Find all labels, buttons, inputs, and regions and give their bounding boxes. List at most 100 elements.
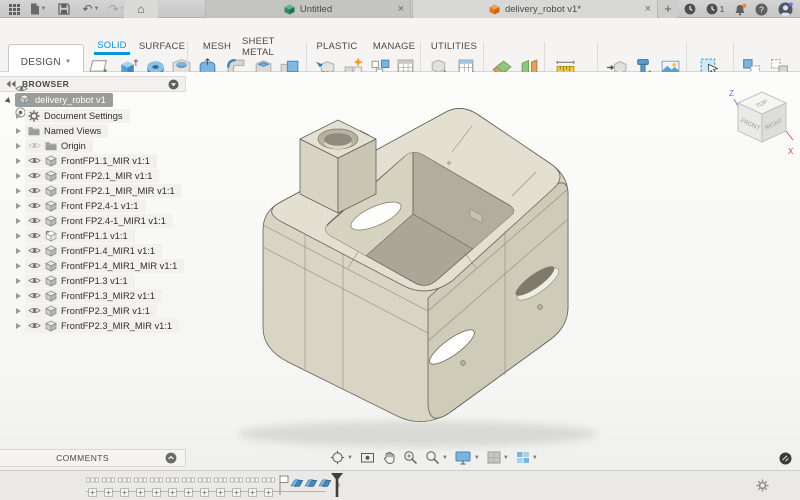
close-tab-icon[interactable]: × [398, 3, 404, 15]
timeline-component-marker[interactable] [118, 475, 131, 497]
timeline-component-marker[interactable] [134, 475, 147, 497]
ribbon-tab-surface[interactable]: SURFACE [138, 38, 186, 55]
expand-arrow-icon[interactable] [16, 307, 21, 314]
visibility-eye-icon[interactable] [15, 84, 28, 93]
dropdown-caret-icon: ▼ [441, 454, 448, 461]
timeline-playhead[interactable] [330, 473, 344, 500]
grid-display-icon[interactable]: ▼ [487, 451, 509, 464]
viewports-icon[interactable]: ▼ [516, 451, 538, 464]
browser-row[interactable]: Named Views [16, 123, 109, 138]
timeline-group-flag-icon[interactable] [278, 474, 290, 499]
expand-arrow-icon[interactable] [16, 277, 21, 284]
browser-row[interactable]: Front FP2.1_MIR_MIR v1:1 [16, 183, 182, 198]
browser-row[interactable]: FrontFP1.4_MIR1 v1:1 [16, 243, 163, 258]
timeline-component-marker[interactable] [198, 475, 211, 497]
visibility-eye-icon[interactable] [28, 201, 41, 210]
browser-row[interactable]: Document Settings [16, 108, 130, 123]
visibility-eye-icon[interactable] [28, 216, 41, 225]
expand-comments-icon[interactable] [165, 452, 177, 464]
timeline-component-marker[interactable] [166, 475, 179, 497]
expand-arrow-icon[interactable] [16, 127, 21, 134]
timeline-component-marker[interactable] [230, 475, 243, 497]
browser-row[interactable]: FrontFP1.3_MIR2 v1:1 [16, 288, 163, 303]
timeline-settings-gear-icon[interactable] [756, 479, 769, 495]
browser-row[interactable]: Front FP2.1_MIR v1:1 [16, 168, 160, 183]
expand-arrow-icon[interactable] [16, 292, 21, 299]
timeline-component-marker[interactable] [262, 475, 275, 497]
home-tab-icon[interactable]: ⌂ [124, 0, 158, 18]
browser-row[interactable]: FrontFP1.1 v1:1 [16, 228, 135, 243]
panel-display-icon[interactable] [168, 79, 179, 90]
expand-arrow-icon[interactable] [16, 247, 21, 254]
component-icon [45, 305, 57, 317]
account-avatar[interactable] [775, 0, 795, 18]
browser-row[interactable]: FrontFP1.4_MIR1_MIR v1:1 [16, 258, 185, 273]
timeline-component-marker[interactable] [102, 475, 115, 497]
visibility-eye-icon[interactable] [28, 291, 41, 300]
app-grid-icon[interactable] [6, 0, 22, 18]
visibility-eye-icon[interactable] [28, 231, 41, 240]
close-tab-icon[interactable]: × [645, 3, 651, 15]
timeline-component-marker[interactable] [150, 475, 163, 497]
browser-row[interactable]: FrontFP2.3_MIR v1:1 [16, 303, 157, 318]
visibility-eye-icon[interactable] [28, 321, 41, 330]
zoom-fit-icon[interactable] [403, 450, 418, 465]
expand-arrow-icon[interactable] [16, 157, 21, 164]
orbit-icon[interactable]: ▼ [330, 450, 353, 465]
visibility-eye-off-icon[interactable] [28, 141, 41, 150]
visibility-eye-icon[interactable] [28, 246, 41, 255]
expand-arrow-icon[interactable] [16, 187, 21, 194]
ribbon-tab-sheet-metal[interactable]: SHEET METAL [242, 36, 308, 58]
ribbon-tab-plastic[interactable]: PLASTIC [316, 38, 358, 55]
display-settings-icon[interactable]: ▼ [455, 451, 480, 465]
expand-arrow-icon[interactable] [16, 217, 21, 224]
status-badge-icon[interactable] [779, 452, 792, 468]
document-tab-untitled[interactable]: Untitled × [205, 0, 411, 18]
zoom-window-icon[interactable]: ▼ [425, 450, 448, 465]
ribbon-tab-utilities[interactable]: UTILITIES [430, 38, 478, 55]
visibility-eye-icon[interactable] [28, 306, 41, 315]
ribbon-tab-manage[interactable]: MANAGE [372, 38, 416, 55]
undo-icon[interactable]: ↶ ▼ [80, 0, 102, 18]
timeline-component-marker[interactable] [246, 475, 259, 497]
version-history-icon[interactable]: 1 [702, 0, 728, 18]
expand-arrow-icon[interactable] [16, 142, 21, 149]
timeline-component-marker[interactable] [214, 475, 227, 497]
browser-row-root[interactable]: delivery_robot v1 [4, 93, 113, 108]
expand-arrow-icon[interactable] [16, 322, 21, 329]
browser-row[interactable]: FrontFP2.3_MIR_MIR v1:1 [16, 318, 180, 333]
component-icon [45, 170, 57, 182]
notifications-bell-icon[interactable] [731, 0, 749, 18]
browser-row[interactable]: FrontFP1.1_MIR v1:1 [16, 153, 157, 168]
browser-row[interactable]: Front FP2.4-1_MIR1 v1:1 [16, 213, 173, 228]
document-tab-delivery-robot[interactable]: delivery_robot v1* × [412, 0, 658, 18]
ribbon-toolbar: DESIGN ▼ SOLID SURFACE MESH SHEET METAL … [0, 18, 800, 88]
ribbon-tab-solid[interactable]: SOLID [94, 38, 130, 55]
comments-bar[interactable]: COMMENTS [0, 449, 186, 467]
ribbon-tab-mesh[interactable]: MESH [200, 38, 234, 55]
timeline-component-marker[interactable] [86, 475, 99, 497]
help-icon[interactable]: ? [752, 0, 770, 18]
expand-arrow-icon[interactable] [16, 202, 21, 209]
expand-arrow-icon[interactable] [16, 262, 21, 269]
expand-arrow-icon[interactable] [16, 172, 21, 179]
visibility-eye-icon[interactable] [28, 171, 41, 180]
expand-arrow-icon[interactable] [4, 96, 13, 105]
browser-row[interactable]: Front FP2.4-1 v1:1 [16, 198, 146, 213]
look-at-icon[interactable] [360, 451, 375, 464]
recent-files-icon[interactable] [681, 0, 699, 18]
visibility-eye-icon[interactable] [28, 276, 41, 285]
viewcube[interactable]: Z TOP FRONT RIGHT X [726, 84, 798, 162]
visibility-eye-icon[interactable] [28, 156, 41, 165]
expand-arrow-icon[interactable] [16, 232, 21, 239]
expand-arrow-icon[interactable] [16, 112, 21, 119]
new-tab-icon[interactable]: + [659, 0, 677, 18]
visibility-eye-icon[interactable] [28, 186, 41, 195]
browser-row[interactable]: Origin [16, 138, 93, 153]
pan-hand-icon[interactable] [382, 450, 396, 465]
visibility-eye-icon[interactable] [28, 261, 41, 270]
browser-row[interactable]: FrontFP1.3 v1:1 [16, 273, 135, 288]
file-menu-icon[interactable]: ▼ [28, 0, 48, 18]
timeline-component-marker[interactable] [182, 475, 195, 497]
save-icon[interactable] [56, 0, 72, 18]
